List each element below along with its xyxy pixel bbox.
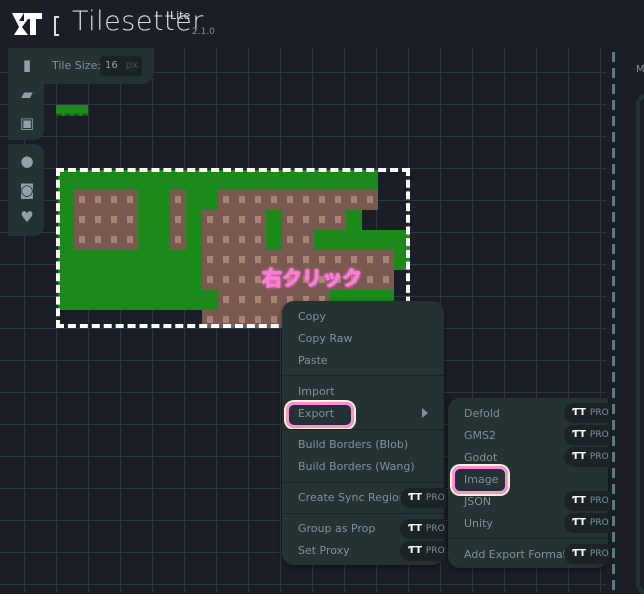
pro-logo-icon: ƬT: [572, 451, 586, 462]
pro-badge: ƬT PRO: [564, 447, 610, 467]
save-icon[interactable]: ▣: [18, 114, 36, 132]
pro-badge: ƬT PRO: [564, 513, 610, 533]
menu-item-copy-raw[interactable]: Copy Raw: [298, 332, 353, 345]
pro-label: PRO: [589, 496, 609, 506]
right-click-annotation: 右クリック: [262, 266, 363, 291]
pro-logo-icon: ƬT: [408, 545, 422, 556]
pro-logo-icon: ƬT: [572, 429, 586, 440]
export-highlight: [286, 402, 354, 428]
export-unity[interactable]: Unity: [464, 517, 493, 530]
context-menu: Copy Copy Raw Paste Import Export Build …: [282, 301, 446, 565]
pro-badge: ƬT PRO: [400, 519, 446, 539]
pro-label: PRO: [425, 493, 445, 503]
pro-badge: ƬT PRO: [564, 425, 610, 445]
right-panel-label: M: [636, 64, 644, 75]
pro-logo-icon: ƬT: [572, 407, 586, 418]
twitter-icon[interactable]: ♥: [18, 208, 36, 226]
export-godot[interactable]: Godot: [464, 451, 497, 464]
export-gms2[interactable]: GMS2: [464, 429, 496, 442]
export-submenu: Defold ƬT PRO GMS2 ƬT PRO Godot ƬT PRO Imag…: [448, 398, 610, 568]
divider: [282, 429, 444, 430]
help-icon[interactable]: ●: [18, 152, 36, 170]
pro-badge: ƬT PRO: [400, 541, 446, 561]
menu-item-group-as-prop[interactable]: Group as Prop: [298, 522, 375, 535]
tile-size-value: 16: [105, 60, 118, 71]
discord-icon[interactable]: ◙: [18, 181, 36, 199]
tile-size-input[interactable]: 16 px: [100, 56, 142, 76]
pro-badge: ƬT PRO: [564, 544, 610, 564]
file-sidebar: ▮ ▰ ▣: [8, 48, 44, 140]
divider: [448, 538, 608, 539]
export-json[interactable]: JSON: [464, 495, 491, 508]
menu-item-create-sync-region[interactable]: Create Sync Region: [298, 491, 406, 504]
add-export-format[interactable]: Add Export Format: [464, 548, 567, 561]
pro-label: PRO: [589, 452, 609, 462]
divider: [282, 513, 444, 514]
pro-badge: ƬT PRO: [564, 491, 610, 511]
pro-logo-icon: ƬT: [572, 495, 586, 506]
open-folder-icon[interactable]: ▰: [18, 85, 36, 103]
divider: [282, 482, 444, 483]
tile-size-label: Tile Size:: [52, 59, 102, 72]
app-version: 2.1.0: [192, 27, 215, 37]
pro-label: PRO: [589, 430, 609, 440]
menu-item-copy[interactable]: Copy: [298, 310, 326, 323]
divider: [282, 375, 444, 376]
canvas-boundary: [612, 52, 615, 592]
pro-label: PRO: [589, 518, 609, 528]
tilesetter-logo: [12, 13, 42, 35]
menu-item-paste[interactable]: Paste: [298, 354, 328, 367]
pro-logo-icon: ƬT: [408, 492, 422, 503]
pro-label: PRO: [589, 549, 609, 559]
grass-tile[interactable]: [56, 105, 88, 116]
pro-logo-icon: ƬT: [408, 523, 422, 534]
pro-label: PRO: [425, 546, 445, 556]
pro-logo-icon: ƬT: [572, 517, 586, 528]
pro-badge: ƬT PRO: [564, 403, 610, 423]
menu-item-import[interactable]: Import: [298, 385, 335, 398]
right-panel: [636, 94, 644, 594]
image-highlight: [452, 466, 508, 494]
pro-label: PRO: [425, 524, 445, 534]
export-defold[interactable]: Defold: [464, 407, 500, 420]
new-file-icon[interactable]: ▮: [18, 56, 36, 74]
tile-size-unit: px: [125, 60, 138, 71]
submenu-arrow-icon: [422, 408, 428, 418]
pro-badge: ƬT PRO: [400, 488, 446, 508]
bracket-icon: [54, 16, 59, 36]
pro-label: PRO: [589, 408, 609, 418]
menu-item-build-borders-blob[interactable]: Build Borders (Blob): [298, 438, 408, 451]
pro-logo-icon: ƬT: [572, 548, 586, 559]
menu-item-build-borders-wang[interactable]: Build Borders (Wang): [298, 460, 415, 473]
app-edition: Lite: [170, 9, 191, 22]
links-sidebar: ● ◙ ♥: [8, 144, 44, 236]
app-header: Tilesetter Lite 2.1.0: [0, 0, 644, 48]
menu-item-set-proxy[interactable]: Set Proxy: [298, 544, 350, 557]
